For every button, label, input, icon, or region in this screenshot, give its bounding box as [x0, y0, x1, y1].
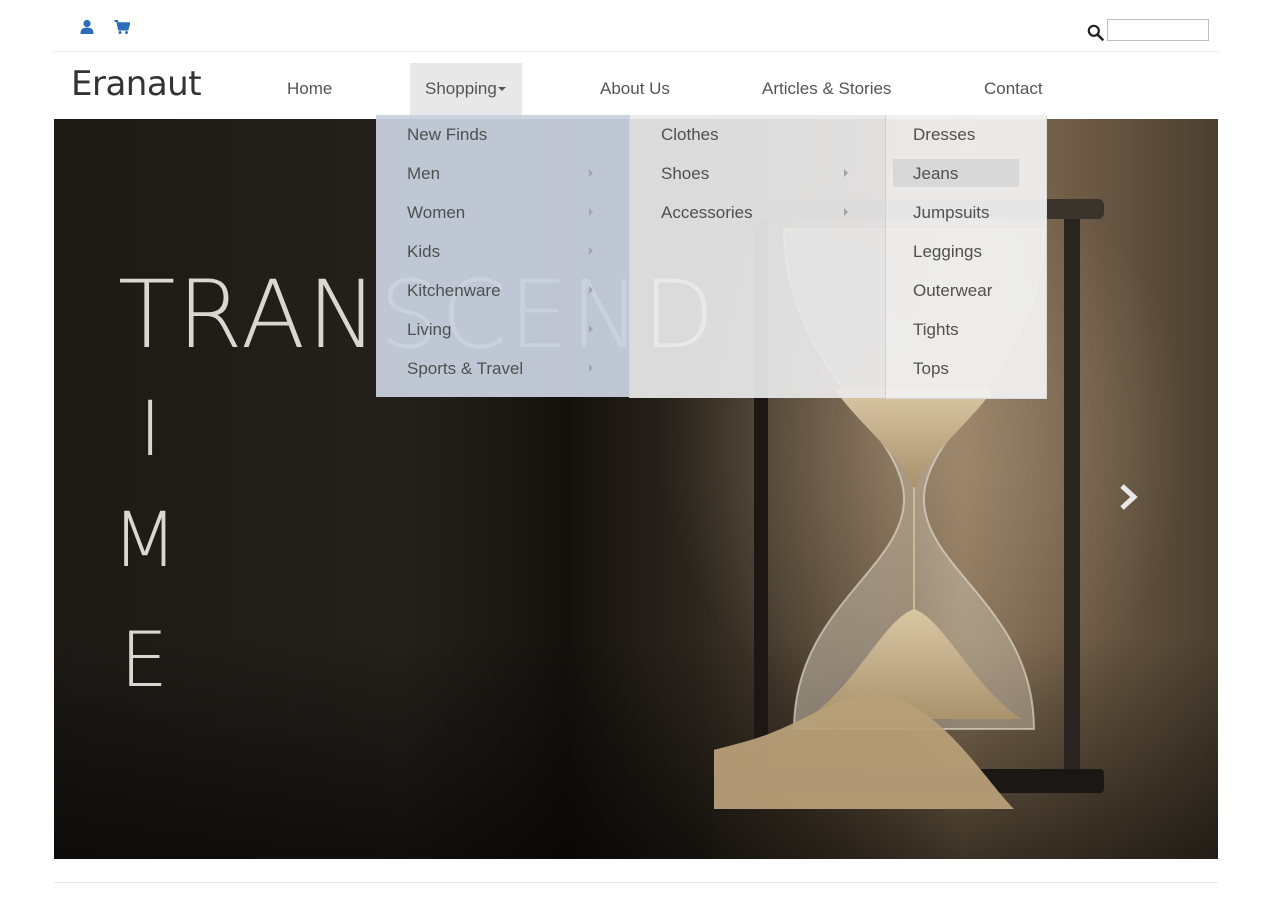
- menu-item-label: Jumpsuits: [913, 203, 990, 222]
- nav-shopping[interactable]: Shopping: [410, 63, 522, 115]
- menu-item-label: Women: [407, 203, 466, 222]
- caret-right-icon: [589, 247, 593, 255]
- user-icon[interactable]: [80, 19, 94, 35]
- nav-about-us[interactable]: About Us: [585, 63, 685, 115]
- menu-item-accessories[interactable]: Accessories: [630, 193, 886, 232]
- caret-right-icon: [589, 286, 593, 294]
- menu-item-label: Living: [407, 320, 452, 339]
- search-icon[interactable]: [1087, 24, 1104, 41]
- menu-item-label: New Finds: [407, 125, 488, 144]
- nav-contact[interactable]: Contact: [969, 63, 1058, 115]
- menu-item-jumpsuits[interactable]: Jumpsuits: [886, 193, 1046, 232]
- nav-home[interactable]: Home: [272, 63, 347, 115]
- menu-item-label: Clothes: [661, 125, 719, 144]
- menu-item-label: Kitchenware: [407, 281, 501, 300]
- menu-item-jeans[interactable]: Jeans: [886, 154, 1046, 193]
- search-input[interactable]: [1107, 19, 1209, 41]
- menu-item-kitchenware[interactable]: Kitchenware: [376, 271, 630, 310]
- menu-item-label: Tops: [913, 359, 949, 378]
- divider: [54, 882, 1218, 883]
- shopping-cart-icon[interactable]: [114, 19, 130, 35]
- menu-item-label: Men: [407, 164, 441, 183]
- nav-articles-stories[interactable]: Articles & Stories: [747, 63, 906, 115]
- menu-item-label: Tights: [913, 320, 959, 339]
- menu-item-women[interactable]: Women: [376, 193, 630, 232]
- menu-item-living[interactable]: Living: [376, 310, 630, 349]
- menu-item-sports-travel[interactable]: Sports & Travel: [376, 349, 630, 388]
- caret-down-icon: [497, 86, 506, 91]
- menu-item-label: Shoes: [661, 164, 710, 183]
- nav-shopping-label: Shopping: [425, 79, 497, 98]
- nav-contact-label: Contact: [984, 79, 1043, 98]
- menu-item-clothes[interactable]: Clothes: [630, 115, 886, 154]
- caret-right-icon: [844, 169, 848, 177]
- caret-right-icon: [589, 208, 593, 216]
- clothes-submenu: Dresses Jeans Jumpsuits Leggings Outerwe…: [885, 115, 1047, 399]
- menu-item-label: Leggings: [913, 242, 983, 261]
- caret-right-icon: [589, 364, 593, 372]
- menu-item-new-finds[interactable]: New Finds: [376, 115, 630, 154]
- menu-item-label: Dresses: [913, 125, 976, 144]
- hero-word-i: I: [139, 384, 162, 473]
- menu-item-leggings[interactable]: Leggings: [886, 232, 1046, 271]
- menu-item-outerwear[interactable]: Outerwear: [886, 271, 1046, 310]
- hero-word-m: M: [112, 495, 178, 584]
- menu-item-label: Kids: [407, 242, 441, 261]
- brand-logo[interactable]: Eranaut: [71, 64, 202, 104]
- category-submenu: Clothes Shoes Accessories: [629, 115, 886, 398]
- menu-item-label: Sports & Travel: [407, 359, 524, 378]
- menu-item-tights[interactable]: Tights: [886, 310, 1046, 349]
- chevron-right-icon[interactable]: [1116, 482, 1140, 512]
- nav-about-label: About Us: [600, 79, 670, 98]
- caret-right-icon: [589, 169, 593, 177]
- menu-item-kids[interactable]: Kids: [376, 232, 630, 271]
- top-utility-bar: [54, 0, 1218, 52]
- menu-item-men[interactable]: Men: [376, 154, 630, 193]
- menu-item-dresses[interactable]: Dresses: [886, 115, 1046, 154]
- menu-item-shoes[interactable]: Shoes: [630, 154, 886, 193]
- menu-item-label: Outerwear: [913, 281, 993, 300]
- menu-item-label: Accessories: [661, 203, 753, 222]
- menu-item-tops[interactable]: Tops: [886, 349, 1046, 388]
- shopping-dropdown-menu: New Finds Men Women Kids Kitchenware Liv…: [376, 115, 630, 397]
- hero-word-e: E: [120, 615, 169, 704]
- nav-home-label: Home: [287, 79, 333, 98]
- caret-right-icon: [844, 208, 848, 216]
- menu-item-label: Jeans: [913, 164, 959, 183]
- caret-right-icon: [589, 325, 593, 333]
- nav-articles-label: Articles & Stories: [762, 79, 892, 98]
